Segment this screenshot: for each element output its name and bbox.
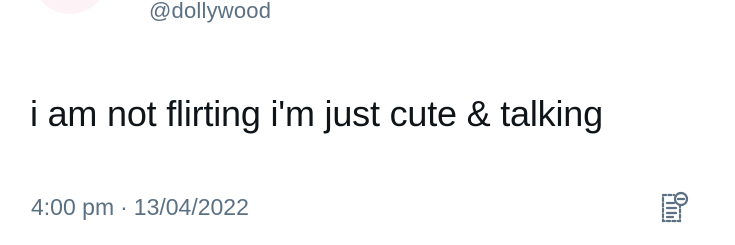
- tweet-text: i am not flirting i'm just cute & talkin…: [30, 93, 603, 134]
- user-handle[interactable]: @dollywood: [149, 0, 271, 24]
- analytics-icon[interactable]: [654, 190, 690, 226]
- meta-separator: ·: [120, 194, 128, 220]
- avatar[interactable]: [32, 0, 108, 14]
- tweet-time: 4:00 pm: [31, 194, 115, 220]
- tweet-date: 13/04/2022: [133, 194, 249, 220]
- tweet-timestamp[interactable]: 4:00 pm · 13/04/2022: [31, 194, 249, 221]
- analytics-icon-graphic: [661, 191, 689, 223]
